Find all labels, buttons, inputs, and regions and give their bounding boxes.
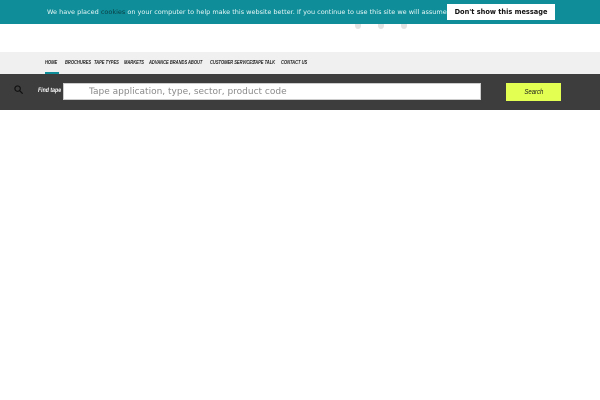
- site-header: [0, 24, 600, 52]
- nav-item-tape-types[interactable]: TAPE TYPES: [94, 52, 119, 74]
- nav-item-home[interactable]: HOME: [45, 52, 59, 74]
- cookie-text-before: We have placed: [47, 8, 101, 16]
- nav-item-brochures[interactable]: BROCHURES: [65, 52, 91, 74]
- find-tape-label: Find tape: [38, 87, 62, 94]
- nav-item-tape-talk[interactable]: TAPE TALK: [253, 52, 275, 74]
- cookies-link[interactable]: cookies: [101, 8, 125, 16]
- main-content: [0, 110, 600, 400]
- nav-item-customer-services[interactable]: CUSTOMER SERVICES: [210, 52, 255, 74]
- search-button[interactable]: Search: [506, 83, 561, 101]
- nav-item-contact-us[interactable]: CONTACT US: [281, 52, 307, 74]
- logo-icon: [352, 24, 412, 30]
- nav-item-about[interactable]: ABOUT: [188, 52, 202, 74]
- dismiss-cookie-button[interactable]: Don't show this message again.: [447, 4, 555, 32]
- main-nav: HOME BROCHURES TAPE TYPES MARKETS ADVANC…: [0, 52, 600, 75]
- search-icon[interactable]: [14, 85, 23, 94]
- search-input[interactable]: [89, 84, 474, 99]
- nav-item-markets[interactable]: MARKETS: [124, 52, 144, 74]
- search-button-label: Search: [523, 87, 543, 96]
- nav-item-advance-brands[interactable]: ADVANCE BRANDS: [149, 52, 187, 74]
- cookie-banner: We have placed cookies on your computer …: [0, 0, 600, 32]
- search-box[interactable]: [63, 83, 481, 100]
- search-bar: Find tape Search: [0, 74, 600, 110]
